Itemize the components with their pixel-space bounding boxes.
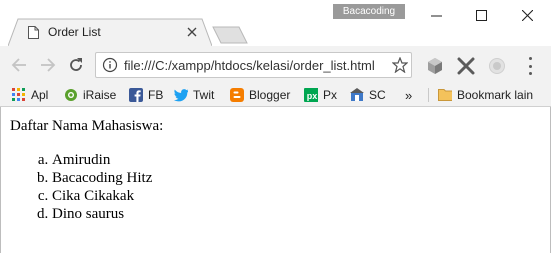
bookmark-label: FB (148, 88, 164, 102)
bookmark-blogger[interactable]: Blogger (230, 87, 290, 103)
bookmark-label: Apl (31, 88, 49, 102)
tab-order-list[interactable]: Order List (8, 18, 212, 46)
sc-icon (350, 88, 364, 101)
forward-button[interactable] (38, 55, 58, 75)
page-viewport: Daftar Nama Mahasiswa: Amirudin Bacacodi… (0, 107, 551, 253)
url-text[interactable]: file:///C:/xampp/htdocs/kelasi/order_lis… (124, 58, 386, 73)
address-bar[interactable]: file:///C:/xampp/htdocs/kelasi/order_lis… (95, 52, 412, 78)
back-button[interactable] (9, 55, 29, 75)
close-window-button[interactable] (504, 0, 550, 30)
bookmark-label: Bookmark lain (457, 88, 534, 102)
profile-badge[interactable]: Bacacoding (333, 4, 405, 19)
list-item: Dino saurus (52, 205, 152, 223)
minimize-button[interactable] (413, 0, 459, 30)
folder-icon (438, 89, 452, 101)
extension-circle-button[interactable] (488, 57, 506, 75)
title-bar: Bacacoding Order List (0, 0, 551, 46)
list-item: Cika Cikakak (52, 187, 152, 205)
page-heading: Daftar Nama Mahasiswa: (10, 118, 164, 134)
info-icon[interactable] (102, 57, 118, 73)
bookmarks-bar: Apl iRaise FB Twit Blogger px Px SC » Bo… (0, 84, 551, 107)
bookmark-label: iRaise (83, 88, 117, 102)
twitter-icon (174, 89, 188, 102)
menu-dot (528, 57, 532, 60)
record-icon (489, 58, 505, 74)
maximize-icon (475, 9, 487, 21)
menu-button[interactable] (522, 57, 538, 75)
reload-icon (70, 58, 82, 71)
new-tab-button[interactable] (212, 26, 248, 44)
bookmark-label: Twit (193, 88, 215, 102)
list-item: Amirudin (52, 151, 152, 169)
list-item: Bacacoding Hitz (52, 169, 152, 187)
toolbar: file:///C:/xampp/htdocs/kelasi/order_lis… (0, 46, 551, 84)
menu-dot (528, 64, 532, 68)
bookmark-px[interactable]: px Px (304, 87, 337, 103)
other-bookmarks-folder[interactable]: Bookmark lain (438, 87, 533, 103)
maximize-button[interactable] (458, 0, 504, 30)
close-icon (521, 9, 533, 21)
cube-icon (428, 58, 442, 74)
close-tab-icon[interactable] (186, 26, 198, 38)
bookmark-twit[interactable]: Twit (174, 87, 214, 103)
bookmark-label: Px (323, 88, 338, 102)
facebook-icon (129, 88, 143, 102)
minimize-icon (430, 15, 442, 16)
bookmark-star-icon[interactable] (392, 57, 408, 73)
blogger-icon (230, 88, 244, 102)
back-arrow-icon (11, 58, 26, 72)
svg-text:px: px (307, 91, 318, 101)
bookmark-label: Blogger (249, 88, 291, 102)
iraise-icon (65, 89, 77, 101)
bookmarks-divider (428, 88, 429, 102)
x-extension-icon (457, 57, 475, 75)
student-list: Amirudin Bacacoding Hitz Cika Cikakak Di… (1, 151, 152, 223)
page-icon (28, 26, 39, 39)
bookmark-iraise[interactable]: iRaise (64, 87, 116, 103)
menu-dot (528, 72, 532, 75)
extension-cube-button[interactable] (426, 57, 444, 75)
bookmark-label: SC (369, 88, 386, 102)
bookmark-fb[interactable]: FB (129, 87, 163, 103)
bookmark-apps[interactable]: Apl (12, 87, 48, 103)
reload-button[interactable] (66, 55, 86, 75)
extension-x-button[interactable] (457, 57, 475, 75)
bookmark-sc[interactable]: SC (350, 87, 386, 103)
tab-title: Order List (48, 25, 101, 39)
bookmarks-overflow-button[interactable]: » (405, 87, 412, 103)
px-icon: px (304, 88, 318, 102)
forward-arrow-icon (41, 58, 56, 72)
apps-grid-icon (12, 88, 25, 101)
